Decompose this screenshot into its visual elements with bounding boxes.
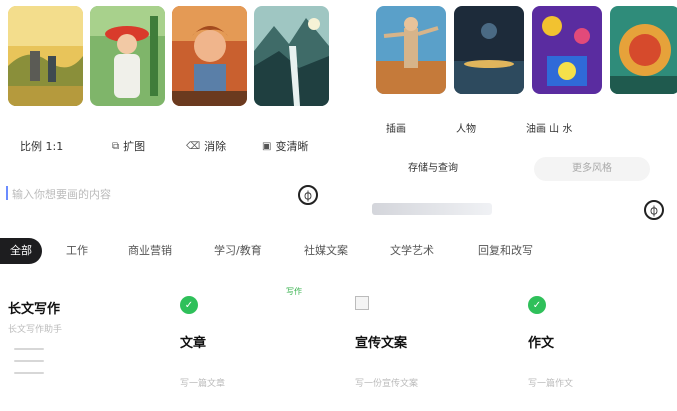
aspect-ratio-button[interactable]: 比例 1:1: [20, 138, 63, 154]
image-generator-panel-right: 插画 人物 油画 山 水 存储与查询 更多风格 ⏀: [370, 0, 677, 232]
tab-all[interactable]: 全部: [0, 238, 42, 264]
card-title: 作文: [528, 336, 555, 351]
card-essay[interactable]: ✓ 作文 写一篇作文: [518, 282, 673, 411]
category-tabs: 全部 工作 商业营销 学习/教育 社媒文案 文学艺术 回复和改写: [0, 238, 677, 266]
style-label[interactable]: 油画 山 水: [526, 120, 572, 135]
thumb-art-4[interactable]: [610, 6, 677, 94]
tab-work[interactable]: 工作: [66, 238, 88, 264]
prompt-input-area-left[interactable]: 输入你想要画的内容 ⏀: [6, 180, 322, 214]
microphone-icon: ⏀: [649, 206, 659, 218]
thumb-painting-2[interactable]: [90, 6, 165, 106]
style-labels: 插画 人物 油画 山 水: [370, 120, 677, 135]
expand-button[interactable]: ⧉ 扩图: [112, 138, 145, 154]
thumb-painting-3[interactable]: [172, 6, 247, 106]
card-title: 长文写作: [8, 302, 61, 317]
tab-reply-rewrite[interactable]: 回复和改写: [478, 238, 533, 264]
prompt-input-right[interactable]: [372, 203, 492, 215]
document-lines-icon: [14, 348, 44, 388]
chip-more-styles[interactable]: 更多风格: [534, 157, 650, 181]
card-desc: 写一篇作文: [528, 379, 574, 389]
check-icon: ✓: [528, 296, 546, 314]
card-promo-copy[interactable]: 宣传文案 写一份宣传文案: [345, 282, 505, 411]
thumb-art-2[interactable]: [454, 6, 524, 94]
microphone-icon: ⏀: [303, 191, 313, 203]
image-icon: [355, 296, 369, 310]
style-label[interactable]: 插画: [386, 120, 406, 135]
template-cards: 长文写作 长文写作助手 ✓ 写作 文章 写一篇文章 宣传文案 写一份宣传文案 ✓…: [0, 282, 677, 411]
tab-social-copy[interactable]: 社媒文案: [304, 238, 348, 264]
style-label[interactable]: 人物: [456, 120, 476, 135]
image-toolbar: 比例 1:1 ⧉ 扩图 ⌫ 消除 ▣ 变清晰: [0, 138, 330, 154]
tab-marketing[interactable]: 商业营销: [128, 238, 172, 264]
tab-literature-art[interactable]: 文学艺术: [390, 238, 434, 264]
card-title: 文章: [180, 336, 207, 351]
sharpen-button[interactable]: ▣ 变清晰: [262, 138, 308, 154]
expand-icon: ⧉: [112, 140, 120, 152]
check-icon: ✓: [180, 296, 198, 314]
thumb-art-1[interactable]: [376, 6, 446, 94]
tab-education[interactable]: 学习/教育: [214, 238, 262, 264]
card-badge: 写作: [286, 287, 302, 296]
card-desc: 写一份宣传文案: [355, 379, 419, 389]
chip-storage-query[interactable]: 存储与查询: [394, 157, 472, 181]
sharpen-icon: ▣: [262, 140, 272, 152]
card-desc: 长文写作助手: [8, 325, 63, 335]
erase-button[interactable]: ⌫ 消除: [186, 138, 226, 154]
voice-input-button-right[interactable]: ⏀: [644, 200, 664, 220]
thumb-painting-4[interactable]: [254, 6, 329, 106]
image-generator-panel-left: 比例 1:1 ⧉ 扩图 ⌫ 消除 ▣ 变清晰 输入你想要画的内容 ⏀: [0, 0, 330, 232]
card-title: 宣传文案: [355, 336, 408, 351]
card-longform-writing[interactable]: 长文写作 长文写作助手: [0, 282, 160, 411]
thumb-painting-1[interactable]: [8, 6, 83, 106]
eraser-icon: ⌫: [186, 140, 201, 152]
card-desc: 写一篇文章: [180, 379, 226, 389]
prompt-input[interactable]: 输入你想要画的内容: [6, 186, 172, 200]
voice-input-button[interactable]: ⏀: [298, 185, 318, 205]
card-article[interactable]: ✓ 写作 文章 写一篇文章: [170, 282, 330, 411]
thumb-art-3[interactable]: [532, 6, 602, 94]
